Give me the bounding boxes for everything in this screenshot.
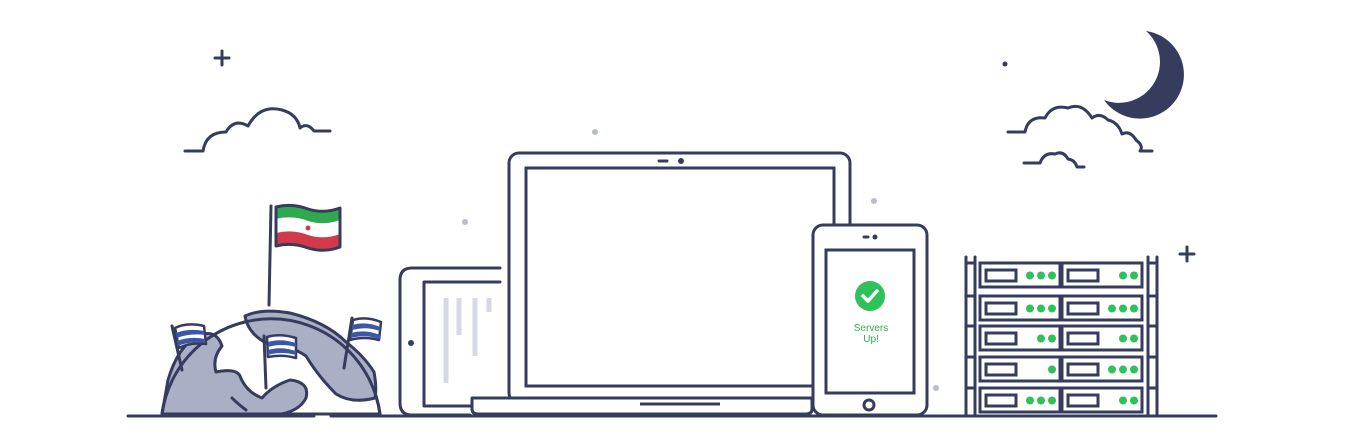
cloud-icon — [183, 107, 332, 153]
status-led — [1130, 304, 1138, 313]
server-unit — [1060, 355, 1144, 383]
star-dot — [1002, 61, 1008, 67]
server-unit — [978, 294, 1062, 322]
server-unit — [978, 355, 1062, 383]
server-unit — [1060, 261, 1144, 289]
status-led — [1048, 304, 1056, 313]
server-unit — [978, 324, 1062, 352]
server-unit — [1060, 386, 1144, 414]
server-unit — [1060, 324, 1144, 352]
status-led — [1037, 304, 1045, 313]
server-unit — [978, 386, 1062, 414]
status-led — [1037, 334, 1045, 343]
server-unit — [1060, 294, 1144, 322]
status-led — [1119, 396, 1127, 405]
server-unit — [978, 261, 1062, 289]
status-led — [1037, 396, 1045, 405]
server-status-line2: Up! — [863, 334, 879, 345]
status-led — [1048, 334, 1056, 343]
cloud-icon — [1022, 151, 1086, 169]
status-led — [1130, 271, 1138, 280]
moon-icon — [1104, 31, 1184, 119]
status-led — [1130, 365, 1138, 374]
check-icon — [855, 281, 885, 311]
status-led — [1119, 334, 1127, 343]
status-led — [1048, 396, 1056, 405]
status-led — [1108, 365, 1116, 374]
status-led — [1048, 365, 1056, 374]
status-led — [1048, 271, 1056, 280]
status-led — [1108, 304, 1116, 313]
status-led — [1026, 271, 1034, 280]
status-led — [1119, 365, 1127, 374]
laptop-icon — [470, 151, 852, 416]
tablet-icon — [398, 266, 502, 417]
server-rack-icon — [964, 255, 1159, 416]
status-led — [1026, 304, 1034, 313]
server-status-line1: Servers — [853, 323, 889, 334]
phone-icon — [811, 223, 929, 417]
status-led — [1037, 271, 1045, 280]
status-led — [1119, 271, 1127, 280]
flag-icon — [267, 203, 342, 307]
hero-illustration — [126, 31, 1218, 418]
star-icon — [1178, 245, 1196, 263]
tablet-screen-lines — [443, 298, 492, 383]
status-led — [1130, 396, 1138, 405]
status-led — [1119, 304, 1127, 313]
status-led — [1130, 334, 1138, 343]
status-led — [1026, 396, 1034, 405]
star-icon — [213, 49, 231, 67]
